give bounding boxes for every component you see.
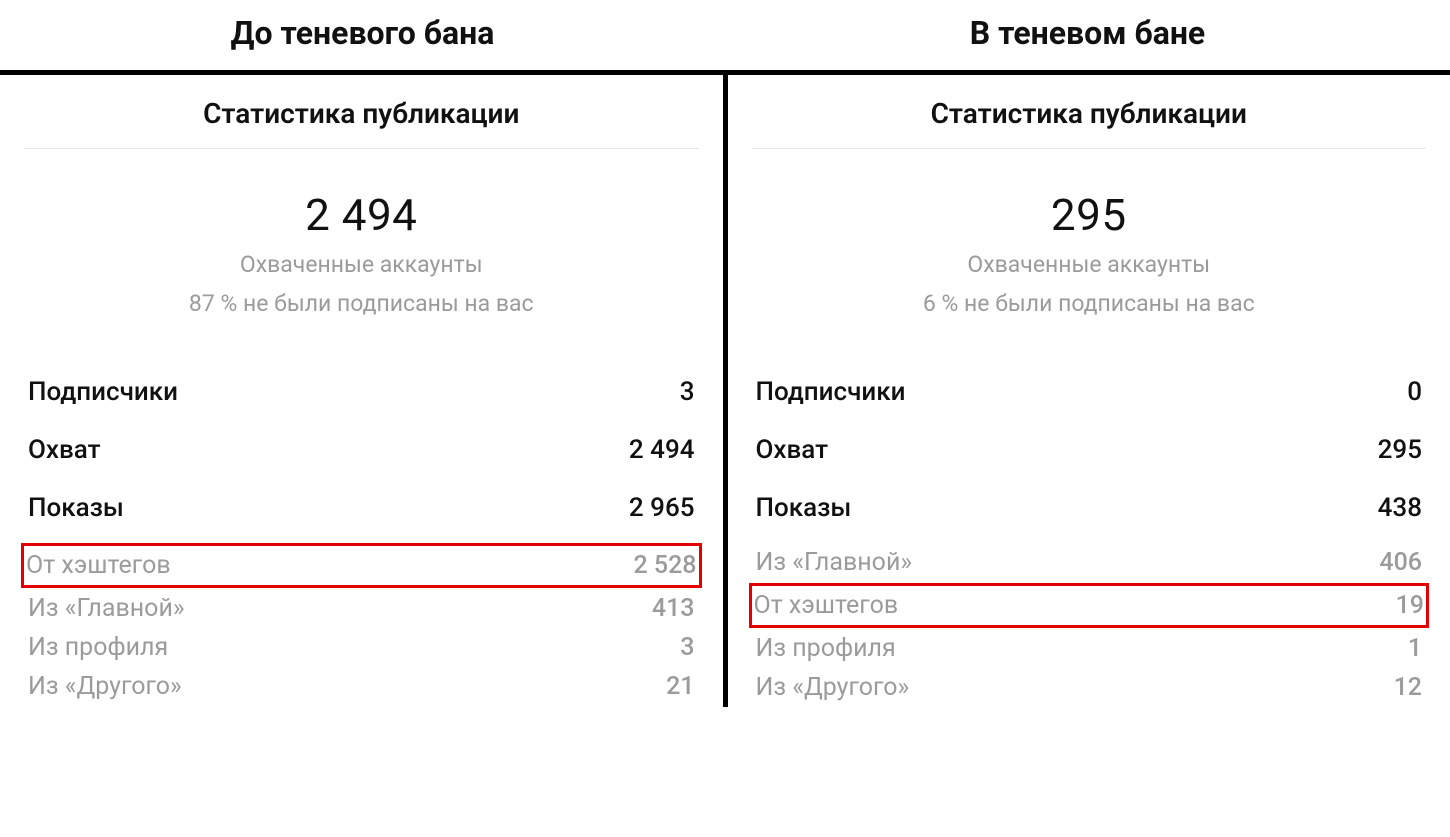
non-followers-line-left: 87 % не были подписаны на вас: [0, 288, 723, 319]
row-profile-left: Из профиля 3: [26, 628, 697, 667]
reach-label-right: Охваченные аккаунты: [728, 249, 1450, 280]
panel-before: Статистика публикации 2 494 Охваченные а…: [0, 70, 728, 707]
row-label: От хэштегов: [754, 591, 899, 620]
row-value: 0: [1407, 377, 1422, 407]
row-value: 2 528: [633, 551, 696, 580]
row-followers-right: Подписчики 0: [754, 369, 1425, 415]
stats-title-left: Статистика публикации: [24, 75, 699, 149]
row-value: 1: [1408, 634, 1422, 663]
reach-summary-left: 2 494 Охваченные аккаунты 87 % не были п…: [0, 149, 723, 347]
row-label: Из «Главной»: [756, 548, 913, 577]
reach-label-left: Охваченные аккаунты: [0, 249, 723, 280]
row-value: 3: [680, 633, 694, 662]
row-value: 295: [1378, 435, 1422, 465]
row-followers-left: Подписчики 3: [26, 369, 697, 415]
reach-number-right: 295: [728, 189, 1450, 241]
row-impressions-left: Показы 2 965: [26, 485, 697, 531]
row-profile-right: Из профиля 1: [754, 629, 1425, 668]
row-value: 413: [652, 594, 695, 623]
row-hashtags-right: От хэштегов 19: [749, 583, 1430, 628]
row-reach-right: Охват 295: [754, 427, 1425, 473]
row-label: Охват: [756, 435, 829, 465]
row-reach-left: Охват 2 494: [26, 427, 697, 473]
row-label: От хэштегов: [26, 551, 171, 580]
row-value: 406: [1379, 548, 1422, 577]
row-label: Показы: [756, 493, 852, 523]
row-label: Подписчики: [28, 377, 178, 407]
row-label: Из профиля: [756, 634, 896, 663]
panel-during: Статистика публикации 295 Охваченные акк…: [728, 70, 1450, 707]
row-home-left: Из «Главной» 413: [26, 589, 697, 628]
row-value: 2 494: [629, 435, 695, 465]
row-label: Показы: [28, 493, 124, 523]
row-value: 3: [680, 377, 695, 407]
row-value: 438: [1378, 493, 1422, 523]
row-impressions-right: Показы 438: [754, 485, 1425, 531]
row-label: Из профиля: [28, 633, 168, 662]
non-followers-line-right: 6 % не были подписаны на вас: [728, 288, 1450, 319]
row-other-right: Из «Другого» 12: [754, 668, 1425, 707]
rows-right: Подписчики 0 Охват 295 Показы 438 Из «Гл…: [728, 347, 1450, 707]
row-value: 2 965: [629, 493, 695, 523]
row-label: Подписчики: [756, 377, 906, 407]
stats-title-right: Статистика публикации: [752, 75, 1427, 149]
row-value: 12: [1394, 673, 1422, 702]
row-value: 21: [666, 672, 694, 701]
row-value: 19: [1396, 591, 1424, 620]
reach-summary-right: 295 Охваченные аккаунты 6 % не были подп…: [728, 149, 1450, 347]
row-home-right: Из «Главной» 406: [754, 543, 1425, 582]
heading-during: В теневом бане: [725, 0, 1450, 70]
row-label: Из «Главной»: [28, 594, 185, 623]
row-other-left: Из «Другого» 21: [26, 667, 697, 706]
row-label: Охват: [28, 435, 101, 465]
row-label: Из «Другого»: [28, 672, 182, 701]
row-label: Из «Другого»: [756, 673, 910, 702]
rows-left: Подписчики 3 Охват 2 494 Показы 2 965 От…: [0, 347, 723, 706]
heading-before: До теневого бана: [0, 0, 725, 70]
reach-number-left: 2 494: [0, 189, 723, 241]
row-hashtags-left: От хэштегов 2 528: [21, 543, 702, 588]
